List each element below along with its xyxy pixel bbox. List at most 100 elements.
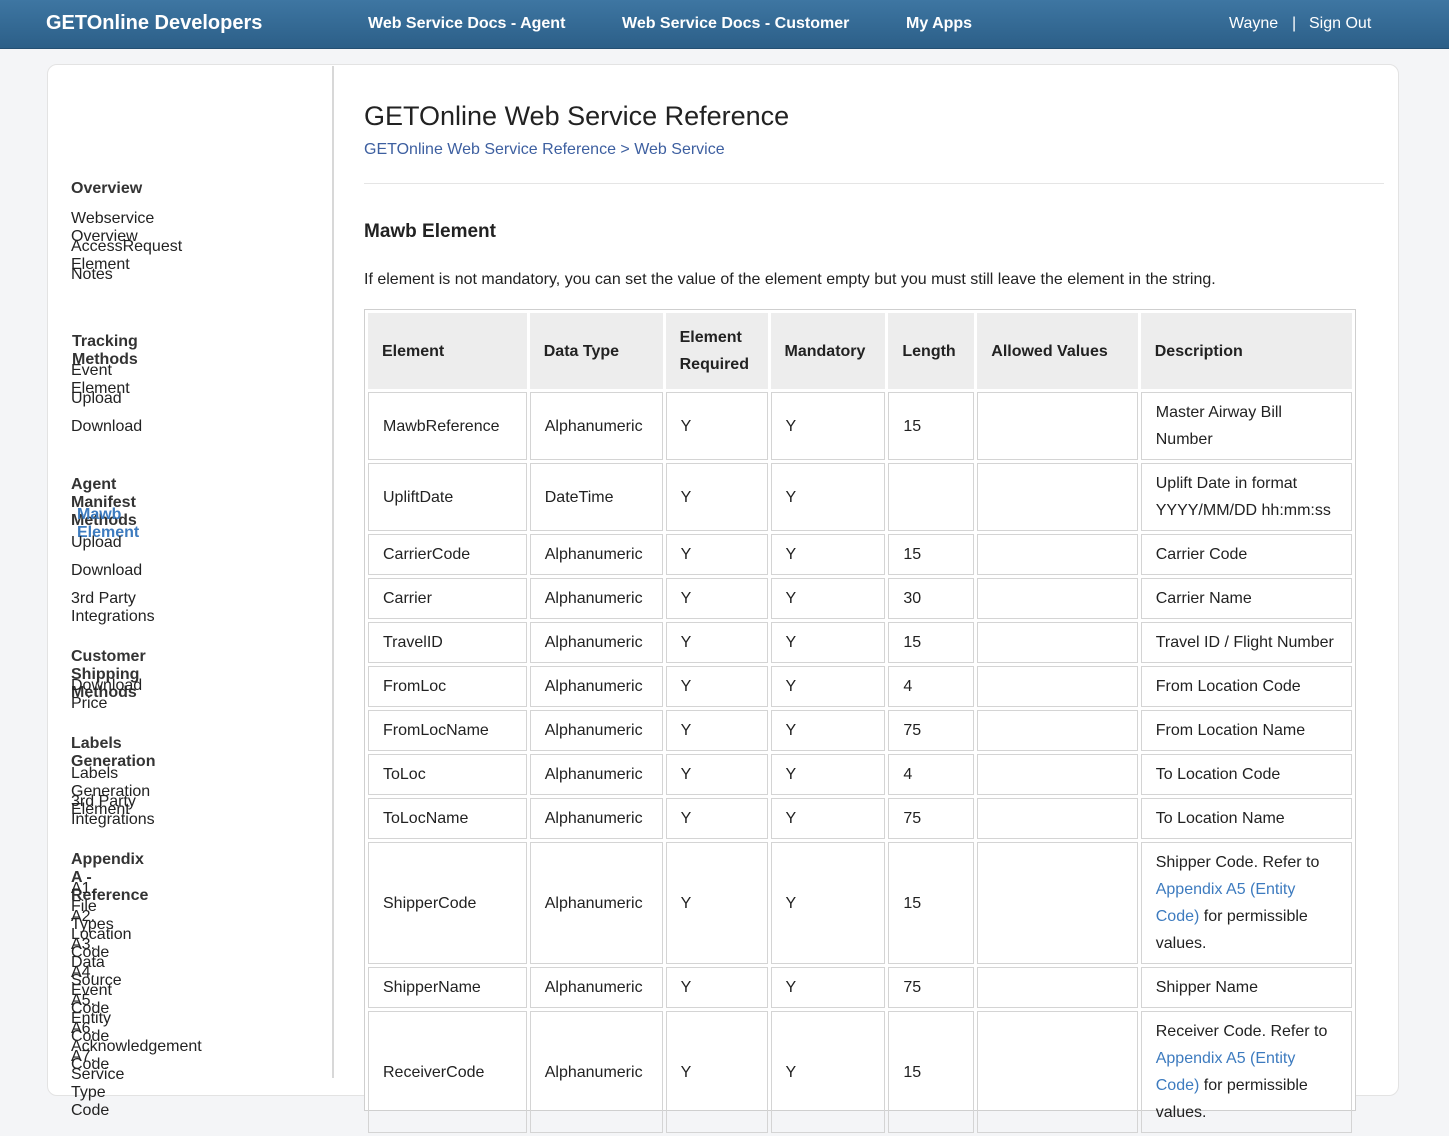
cell-allowed-values (977, 1011, 1138, 1133)
cell-required: Y (665, 534, 768, 575)
cell-element: FromLoc (368, 666, 527, 707)
cell-required: Y (665, 622, 768, 663)
cell-allowed-values (977, 798, 1138, 839)
cell-allowed-values (977, 392, 1138, 460)
breadcrumb: GETOnline Web Service Reference > Web Se… (364, 141, 725, 159)
sidebar-item-manifest-upload[interactable]: Upload (71, 534, 122, 552)
cell-mandatory: Y (770, 842, 886, 964)
sidebar-item-notes[interactable]: Notes (71, 266, 113, 284)
col-header-allowed-values: Allowed Values (977, 313, 1138, 389)
cell-data-type: Alphanumeric (529, 842, 663, 964)
cell-data-type: Alphanumeric (529, 1011, 663, 1133)
col-header-description: Description (1140, 313, 1352, 389)
table-row: FromLoc Alphanumeric Y Y 4 From Location… (368, 666, 1352, 707)
table-row: ShipperName Alphanumeric Y Y 75 Shipper … (368, 967, 1352, 1008)
sidebar-item-tracking-download[interactable]: Download (71, 418, 142, 436)
cell-allowed-values (977, 666, 1138, 707)
page-title: GETOnline Web Service Reference (364, 101, 790, 131)
cell-allowed-values (977, 710, 1138, 751)
cell-required: Y (665, 842, 768, 964)
nav-my-apps[interactable]: My Apps (906, 15, 972, 33)
cell-allowed-values (977, 842, 1138, 964)
table-row: UpliftDate DateTime Y Y Uplift Date in f… (368, 463, 1352, 531)
cell-data-type: Alphanumeric (529, 710, 663, 751)
description-text: Shipper Code. Refer to (1155, 854, 1320, 871)
cell-length: 75 (888, 798, 975, 839)
cell-mandatory: Y (770, 534, 886, 575)
cell-element: TravelID (368, 622, 527, 663)
cell-description: Shipper Name (1140, 967, 1352, 1008)
title-divider (364, 183, 1384, 184)
cell-allowed-values (977, 754, 1138, 795)
nav-customer-docs[interactable]: Web Service Docs - Customer (622, 15, 849, 33)
breadcrumb-separator: > (620, 141, 630, 158)
cell-data-type: Alphanumeric (529, 967, 663, 1008)
cell-description: Uplift Date in format YYYY/MM/DD hh:mm:s… (1140, 463, 1352, 531)
cell-length: 15 (888, 392, 975, 460)
breadcrumb-root[interactable]: GETOnline Web Service Reference (364, 141, 616, 158)
cell-mandatory: Y (770, 1011, 886, 1133)
brand-title[interactable]: GETOnline Developers (46, 12, 262, 35)
cell-data-type: Alphanumeric (529, 666, 663, 707)
cell-length: 15 (888, 534, 975, 575)
sidebar-item-tracking-upload[interactable]: Upload (71, 390, 122, 408)
cell-allowed-values (977, 578, 1138, 619)
cell-required: Y (665, 967, 768, 1008)
cell-description: To Location Name (1140, 798, 1352, 839)
cell-mandatory: Y (770, 622, 886, 663)
sidebar-item-a7[interactable]: A7. Service Type Code (71, 1048, 124, 1120)
cell-element: ShipperCode (368, 842, 527, 964)
top-navbar: GETOnline Developers Web Service Docs - … (0, 0, 1449, 49)
cell-description: Travel ID / Flight Number (1140, 622, 1352, 663)
cell-required: Y (665, 392, 768, 460)
cell-description: Receiver Code. Refer to Appendix A5 (Ent… (1140, 1011, 1352, 1133)
cell-element: UpliftDate (368, 463, 527, 531)
cell-length: 4 (888, 754, 975, 795)
col-header-element: Element (368, 313, 527, 389)
sidebar-item-manifest-download[interactable]: Download (71, 562, 142, 580)
cell-description: Shipper Code. Refer to Appendix A5 (Enti… (1140, 842, 1352, 964)
mawb-table-container: Element Data Type Element Required Manda… (364, 309, 1356, 1133)
table-row: FromLocName Alphanumeric Y Y 75 From Loc… (368, 710, 1352, 751)
sign-out-link[interactable]: Sign Out (1309, 15, 1371, 33)
cell-description: To Location Code (1140, 754, 1352, 795)
cell-element: ReceiverCode (368, 1011, 527, 1133)
sidebar-item-labels-3rd-party[interactable]: 3rd Party Integrations (71, 793, 155, 829)
cell-mandatory: Y (770, 666, 886, 707)
cell-mandatory: Y (770, 710, 886, 751)
cell-description: Carrier Code (1140, 534, 1352, 575)
mawb-element-table: Element Data Type Element Required Manda… (365, 310, 1355, 1136)
cell-description: Master Airway Bill Number (1140, 392, 1352, 460)
sidebar-item-download-price[interactable]: Download Price (71, 677, 142, 713)
cell-required: Y (665, 710, 768, 751)
cell-data-type: Alphanumeric (529, 578, 663, 619)
cell-mandatory: Y (770, 463, 886, 531)
nav-agent-docs[interactable]: Web Service Docs - Agent (368, 15, 565, 33)
col-header-element-required: Element Required (665, 313, 768, 389)
cell-length: 75 (888, 710, 975, 751)
cell-required: Y (665, 666, 768, 707)
table-row: ToLocName Alphanumeric Y Y 75 To Locatio… (368, 798, 1352, 839)
table-row: ToLoc Alphanumeric Y Y 4 To Location Cod… (368, 754, 1352, 795)
user-name-link[interactable]: Wayne (1229, 15, 1278, 33)
breadcrumb-current[interactable]: Web Service (634, 141, 724, 158)
col-header-data-type: Data Type (529, 313, 663, 389)
section-title: Mawb Element (364, 221, 496, 242)
cell-allowed-values (977, 534, 1138, 575)
cell-length: 15 (888, 622, 975, 663)
cell-element: FromLocName (368, 710, 527, 751)
cell-allowed-values (977, 622, 1138, 663)
cell-mandatory: Y (770, 798, 886, 839)
sidebar-item-manifest-3rd-party[interactable]: 3rd Party Integrations (71, 590, 155, 626)
table-row: Carrier Alphanumeric Y Y 30 Carrier Name (368, 578, 1352, 619)
cell-required: Y (665, 1011, 768, 1133)
cell-mandatory: Y (770, 578, 886, 619)
cell-length (888, 463, 975, 531)
cell-length: 75 (888, 967, 975, 1008)
cell-data-type: Alphanumeric (529, 798, 663, 839)
cell-mandatory: Y (770, 392, 886, 460)
user-separator: | (1292, 15, 1297, 32)
intro-text: If element is not mandatory, you can set… (364, 271, 1216, 288)
col-header-mandatory: Mandatory (770, 313, 886, 389)
cell-length: 30 (888, 578, 975, 619)
